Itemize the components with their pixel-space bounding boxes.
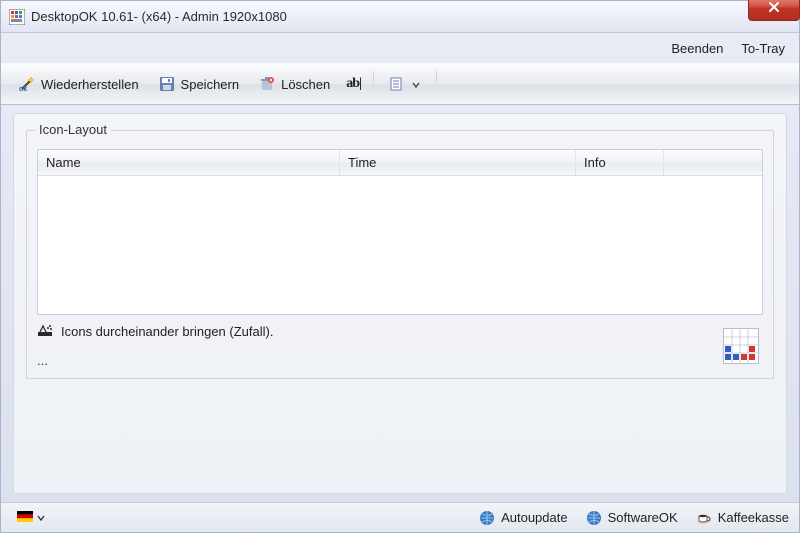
toolbar-separator-2 [436, 71, 437, 97]
shuffle-icon [37, 323, 53, 339]
delete-label: Löschen [281, 77, 330, 92]
layout-listview[interactable]: Name Time Info [37, 149, 763, 315]
save-label: Speichern [181, 77, 240, 92]
close-icon [768, 1, 780, 16]
globe-icon [479, 510, 495, 526]
icon-layout-group: Icon-Layout Name Time Info Icons durchei… [26, 130, 774, 379]
app-window: DesktopOK 10.61- (x64) - Admin 1920x1080… [0, 0, 800, 533]
group-legend: Icon-Layout [35, 122, 111, 137]
client-area: Icon-Layout Name Time Info Icons durchei… [13, 113, 787, 494]
trash-icon [259, 76, 275, 92]
rename-icon: ab| [346, 76, 361, 92]
column-time[interactable]: Time [340, 150, 576, 175]
more-label: ... [37, 353, 48, 368]
coffee-icon [696, 510, 712, 526]
save-button[interactable]: Speichern [151, 72, 248, 96]
globe-icon [586, 510, 602, 526]
view-options-icon [390, 76, 406, 92]
menu-exit[interactable]: Beenden [671, 41, 723, 56]
delete-button[interactable]: Löschen [251, 72, 338, 96]
restore-label: Wiederherstellen [41, 77, 139, 92]
view-options-button[interactable] [382, 72, 428, 96]
toolbar: ok Wiederherstellen Speichern Löschen ab… [1, 63, 799, 105]
listview-header: Name Time Info [38, 150, 762, 176]
chevron-down-icon [412, 77, 420, 92]
app-icon [9, 9, 25, 25]
language-button[interactable] [11, 508, 51, 528]
flag-de-icon [17, 510, 33, 526]
grid-thumb-button[interactable] [723, 328, 759, 364]
more-link[interactable]: ... [37, 353, 763, 368]
toolbar-separator [373, 71, 374, 97]
donate-link[interactable]: Kaffeekasse [696, 510, 789, 526]
grid-thumb-icon [724, 351, 758, 366]
menu-to-tray[interactable]: To-Tray [741, 41, 785, 56]
donate-label: Kaffeekasse [718, 510, 789, 525]
statusbar: Autoupdate SoftwareOK Kaffeekasse [1, 502, 799, 532]
softwareok-label: SoftwareOK [608, 510, 678, 525]
shuffle-label: Icons durcheinander bringen (Zufall). [61, 324, 273, 339]
floppy-icon [159, 76, 175, 92]
chevron-down-icon [37, 510, 45, 525]
column-info[interactable]: Info [576, 150, 664, 175]
autoupdate-link[interactable]: Autoupdate [479, 510, 568, 526]
menubar: Beenden To-Tray [1, 33, 799, 63]
svg-text:ok: ok [19, 86, 27, 92]
wand-icon: ok [19, 76, 35, 92]
window-title: DesktopOK 10.61- (x64) - Admin 1920x1080 [31, 9, 287, 24]
shuffle-link[interactable]: Icons durcheinander bringen (Zufall). [37, 323, 763, 339]
column-spacer [664, 150, 762, 175]
titlebar: DesktopOK 10.61- (x64) - Admin 1920x1080 [1, 1, 799, 33]
restore-button[interactable]: ok Wiederherstellen [11, 72, 147, 96]
listview-body[interactable] [38, 176, 762, 314]
autoupdate-label: Autoupdate [501, 510, 568, 525]
window-close-button[interactable] [748, 0, 800, 21]
column-name[interactable]: Name [38, 150, 340, 175]
softwareok-link[interactable]: SoftwareOK [586, 510, 678, 526]
rename-button[interactable]: ab| [342, 74, 365, 94]
